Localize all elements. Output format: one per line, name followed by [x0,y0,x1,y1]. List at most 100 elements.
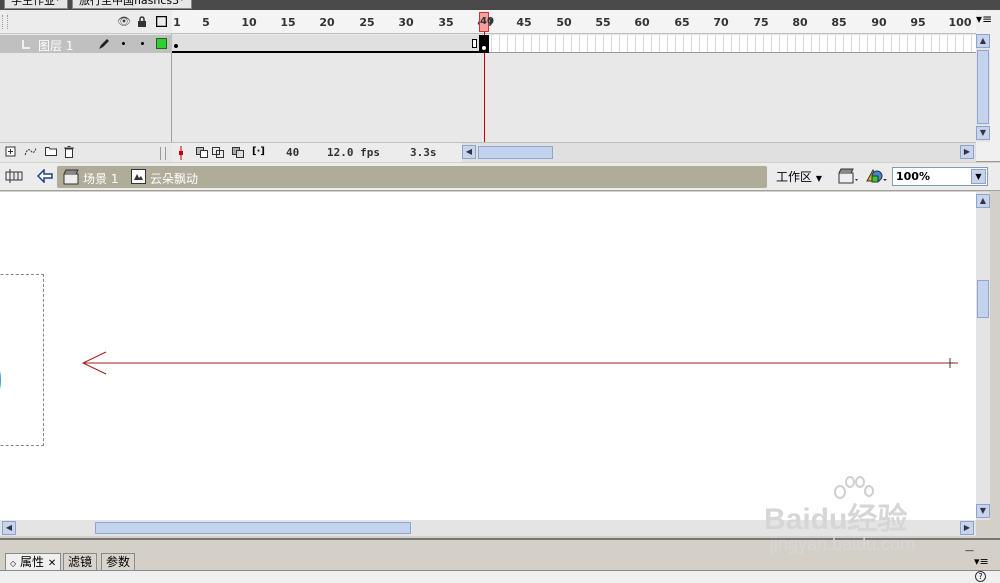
edit-symbols-icon[interactable] [865,167,889,188]
scroll-down-icon[interactable]: ▼ [976,126,990,140]
onion-skin-icon[interactable] [196,147,208,161]
scroll-right-icon[interactable]: ▶ [960,145,974,159]
document-tabs: 学生作业* 旅行至中国flashcs3* [0,0,1000,10]
cloud-symbol-bounding-box[interactable] [0,274,44,446]
workspace-menu-button[interactable]: 工作区 ▼ [770,166,828,188]
frame-tick: 5 [202,16,210,29]
panel-menu-icon[interactable]: ▾≡ [974,555,989,568]
close-icon[interactable]: ✕ [48,558,56,569]
chevron-down-icon[interactable]: ▼ [971,169,986,184]
grip-icon[interactable] [2,15,8,29]
frame-tick: 30 [398,16,414,29]
scene-crumb[interactable]: 场景 1 [83,170,118,187]
tab-filters[interactable]: 滤镜 [63,553,98,570]
start-keyframe[interactable] [174,44,178,48]
frame-rate-readout[interactable]: 12.0 fps [327,146,380,159]
current-keyframe[interactable] [479,35,489,53]
frame-tick: 10 [241,16,257,29]
layer-tools [0,142,172,162]
frame-tick: 45 [516,16,532,29]
scroll-right-icon[interactable]: ▶ [960,521,974,535]
frame-tick: 1 [173,16,181,29]
pencil-icon [98,38,110,53]
motion-path[interactable] [80,350,960,376]
cloud-symbol-graphic[interactable] [0,345,1,415]
chevron-down-icon: ▼ [815,174,822,183]
lock-dot[interactable] [141,42,144,45]
timeline-vscrollbar[interactable]: ▲ ▼ [976,34,990,142]
onion-markers-icon[interactable]: [·] [252,146,265,157]
help-icon[interactable]: ? [975,571,986,582]
frame-tick: 80 [792,16,808,29]
doc-tab-travel-china[interactable]: 旅行至中国flashcs3* [72,0,192,9]
minimize-icon[interactable]: — [965,546,974,556]
breadcrumb: 场景 1 云朵飘动 [57,166,767,188]
frame-tick: 60 [634,16,650,29]
stage-canvas[interactable] [0,192,976,520]
center-frame-icon[interactable] [178,146,184,163]
end-frame[interactable] [472,39,477,48]
outline-icon[interactable] [155,15,167,28]
scroll-down-icon[interactable]: ▼ [976,504,990,518]
folder-icon[interactable] [44,146,57,159]
scroll-left-icon[interactable]: ◀ [2,521,16,535]
tab-properties[interactable]: ◇ 属性 ✕ [5,553,62,570]
frame-ruler[interactable]: 1 5 10 15 20 25 30 35 40 45 50 55 60 65 … [172,10,976,34]
frame-tick: 50 [556,16,572,29]
lock-icon[interactable] [136,16,148,28]
onion-outline-icon[interactable] [212,147,224,161]
frame-tick: 100 [948,16,972,29]
tween-span[interactable] [172,35,482,53]
add-layer-icon[interactable] [4,146,17,159]
trash-icon[interactable] [62,146,75,159]
playhead[interactable]: 40 [479,10,494,142]
edit-multiple-frames-icon[interactable] [232,147,244,161]
motion-guide-icon[interactable] [24,146,37,159]
frame-tick: 15 [280,16,296,29]
symbol-icon [131,169,146,187]
timeline-toggle-icon[interactable] [4,168,24,187]
scroll-left-icon[interactable]: ◀ [462,145,476,159]
layer-header: 👁 [0,10,172,34]
properties-panel: ◇ 属性 ✕ 滤镜 参数 — ▾≡ ? [0,538,1000,583]
layer-pane: 👁 图层 1 [0,10,172,162]
layer-color-swatch[interactable] [156,38,167,49]
scroll-up-icon[interactable]: ▲ [976,194,990,208]
zoom-combobox[interactable]: ▼ [892,167,988,186]
tab-parameters[interactable]: 参数 [101,553,136,570]
back-arrow-icon[interactable] [36,168,53,186]
frame-tick: 90 [871,16,887,29]
frame-tick: 85 [831,16,847,29]
frame-tick: 95 [910,16,926,29]
layer-row[interactable]: 图层 1 [0,35,172,53]
eye-icon[interactable]: 👁 [117,16,131,28]
doc-tab-student-work[interactable]: 学生作业* [4,0,68,9]
properties-body: ? [0,570,1000,583]
frame-tick: 75 [753,16,769,29]
divider-grip[interactable] [160,147,166,160]
panel-menu-icon[interactable]: ▾≡ [976,12,992,26]
scroll-thumb[interactable] [977,280,989,318]
workspace-label: 工作区 [776,170,813,184]
zoom-input[interactable] [894,169,972,184]
scroll-thumb[interactable] [478,146,553,159]
stage-vscrollbar[interactable]: ▲ ▼ [976,192,990,520]
scroll-corner [976,520,1000,538]
timeline-hscrollbar[interactable]: ◀ ▶ [462,142,976,162]
layer-name[interactable]: 图层 1 [38,37,73,54]
edit-bar: 场景 1 云朵飘动 工作区 ▼ ▼ [0,163,1000,191]
scroll-up-icon[interactable]: ▲ [976,34,990,48]
stage-hscrollbar[interactable]: ◀ ▶ [0,520,976,536]
edit-scene-icon[interactable] [838,167,860,188]
scene-icon [63,169,79,188]
scroll-thumb[interactable] [95,522,411,534]
tab-parameters-label: 参数 [106,555,131,569]
frame-tick: 65 [674,16,690,29]
symbol-crumb[interactable]: 云朵飘动 [150,170,198,187]
collapse-icon: ◇ [10,559,17,568]
tab-properties-label: 属性 [19,555,44,569]
timeline-status-bar: [·] 40 12.0 fps 3.3s [172,142,462,162]
frame-tick: 25 [359,16,375,29]
scroll-thumb[interactable] [977,50,989,124]
visibility-dot[interactable] [122,42,125,45]
